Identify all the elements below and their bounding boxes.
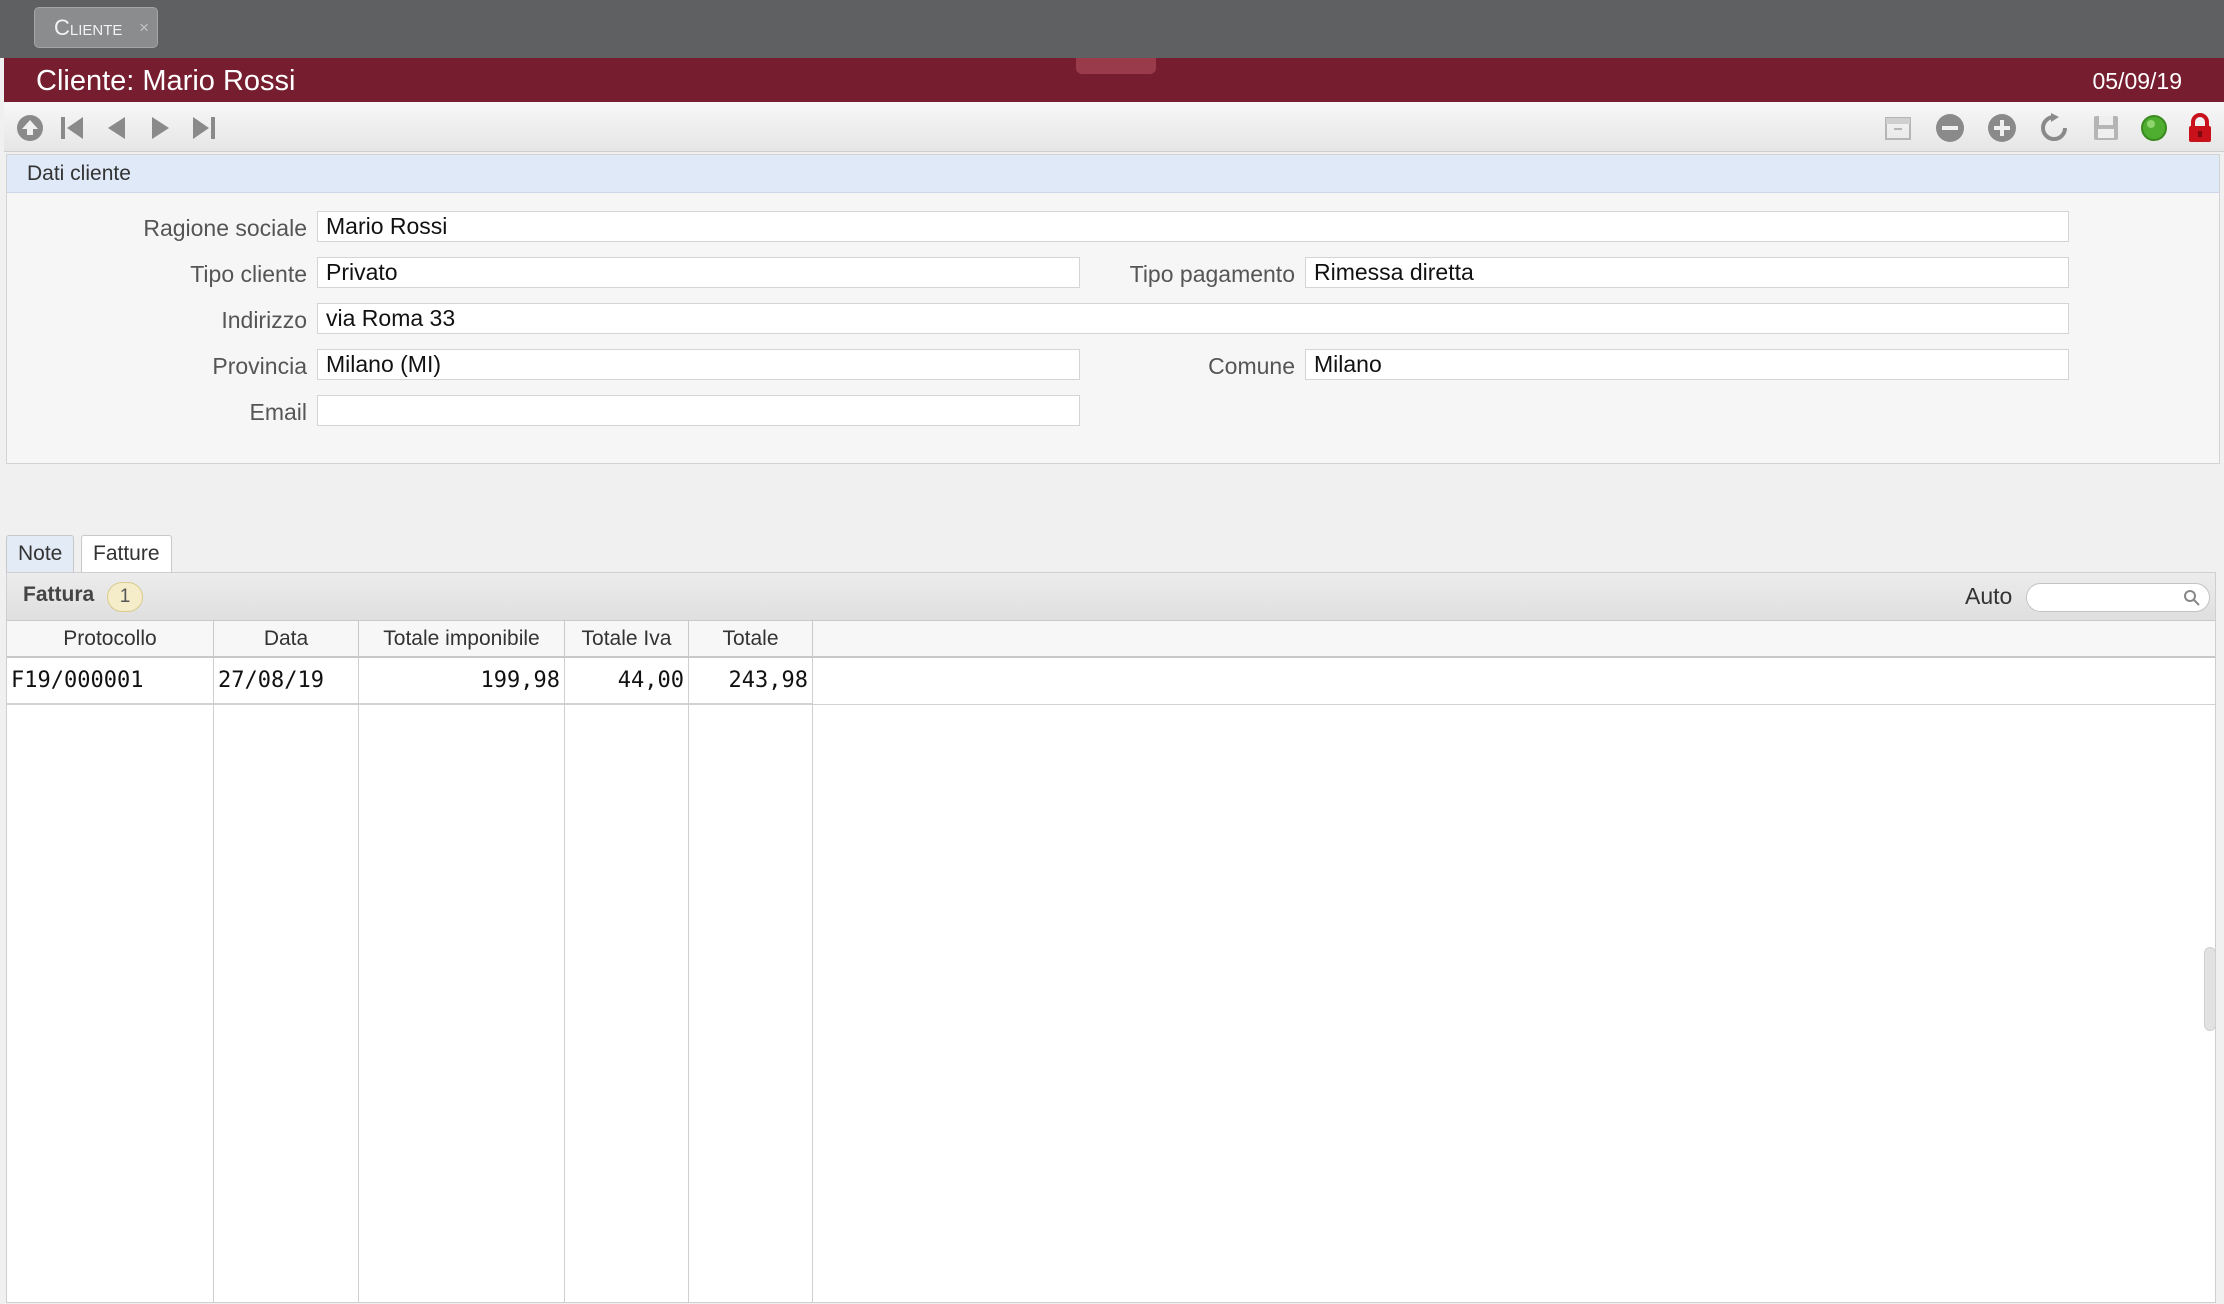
comune-label: Comune — [1208, 353, 1295, 379]
record-title-bar: Cliente: Mario Rossi 05/09/19 — [4, 58, 2224, 102]
grid-title: Fattura — [23, 583, 95, 606]
email-field[interactable] — [317, 395, 1080, 426]
section-title: Dati cliente — [7, 155, 2219, 193]
add-icon[interactable] — [1986, 112, 2018, 144]
column-header-filler — [813, 621, 2215, 658]
last-record-icon[interactable] — [188, 112, 220, 144]
ragione-sociale-field[interactable]: Mario Rossi — [317, 211, 2069, 242]
tipo-pagamento-label: Tipo pagamento — [1129, 261, 1295, 287]
lock-icon[interactable] — [2184, 112, 2216, 144]
window-tab-label: Cliente — [54, 15, 123, 40]
status-icon — [2138, 112, 2170, 144]
column-header-data[interactable]: Data — [214, 621, 359, 658]
indirizzo-label: Indirizzo — [221, 307, 307, 333]
tipo-cliente-field[interactable]: Privato — [317, 257, 1080, 288]
email-label: Email — [249, 399, 307, 425]
dati-cliente-panel: Dati cliente Ragione sociale Mario Rossi… — [6, 154, 2220, 464]
scrollbar-thumb[interactable] — [2204, 947, 2216, 1031]
fatture-grid: Fattura 1 Auto Protocollo Data Totale im… — [6, 572, 2216, 1303]
indirizzo-field[interactable]: via Roma 33 — [317, 303, 2069, 334]
column-divider — [812, 658, 813, 1302]
tipo-cliente-label: Tipo cliente — [190, 261, 307, 287]
window-tab-cliente[interactable]: Cliente × — [34, 7, 158, 48]
tab-fatture[interactable]: Fatture — [81, 535, 172, 573]
upload-icon[interactable] — [14, 112, 46, 144]
comune-field[interactable]: Milano — [1305, 349, 2069, 380]
remove-icon[interactable] — [1934, 112, 1966, 144]
cell-protocollo[interactable]: F19/000001 — [7, 658, 213, 704]
first-record-icon[interactable] — [56, 112, 88, 144]
grid-toolbar: Fattura 1 Auto — [7, 573, 2215, 621]
search-icon — [2184, 590, 2200, 606]
close-icon[interactable]: × — [139, 8, 149, 47]
tab-note[interactable]: Note — [6, 535, 74, 573]
previous-record-icon[interactable] — [100, 112, 132, 144]
column-header-totale-imponibile[interactable]: Totale imponibile — [359, 621, 565, 658]
column-divider — [358, 658, 359, 1302]
column-header-protocollo[interactable]: Protocollo — [7, 621, 214, 658]
count-badge: 1 — [107, 582, 143, 612]
column-divider — [564, 658, 565, 1302]
record-toolbar — [4, 102, 2224, 152]
cell-totale-imponibile[interactable]: 199,98 — [359, 658, 564, 704]
next-record-icon[interactable] — [144, 112, 176, 144]
save-icon[interactable] — [2090, 112, 2122, 144]
tipo-pagamento-field[interactable]: Rimessa diretta — [1305, 257, 2069, 288]
window-tab-strip: Cliente × — [0, 0, 2224, 58]
main-panel: Cliente: Mario Rossi 05/09/19 Dati clien… — [0, 58, 2224, 1304]
column-divider — [213, 658, 214, 1302]
cell-totale-iva[interactable]: 44,00 — [565, 658, 688, 704]
page-title: Cliente: Mario Rossi — [36, 65, 296, 97]
header-date: 05/09/19 — [2092, 68, 2182, 94]
column-header-totale[interactable]: Totale — [689, 621, 813, 658]
auto-label: Auto — [1965, 583, 2013, 609]
cell-totale[interactable]: 243,98 — [689, 658, 812, 704]
search-input[interactable] — [2026, 583, 2210, 612]
provincia-label: Provincia — [212, 353, 307, 379]
panel-grip-handle[interactable] — [1076, 58, 1156, 74]
column-header-totale-iva[interactable]: Totale Iva — [565, 621, 689, 658]
refresh-icon[interactable] — [2038, 112, 2070, 144]
row-divider — [7, 704, 2215, 705]
provincia-field[interactable]: Milano (MI) — [317, 349, 1080, 380]
column-divider — [688, 658, 689, 1302]
cell-data[interactable]: 27/08/19 — [214, 658, 358, 704]
archive-icon[interactable] — [1882, 112, 1914, 144]
ragione-sociale-label: Ragione sociale — [143, 215, 307, 241]
